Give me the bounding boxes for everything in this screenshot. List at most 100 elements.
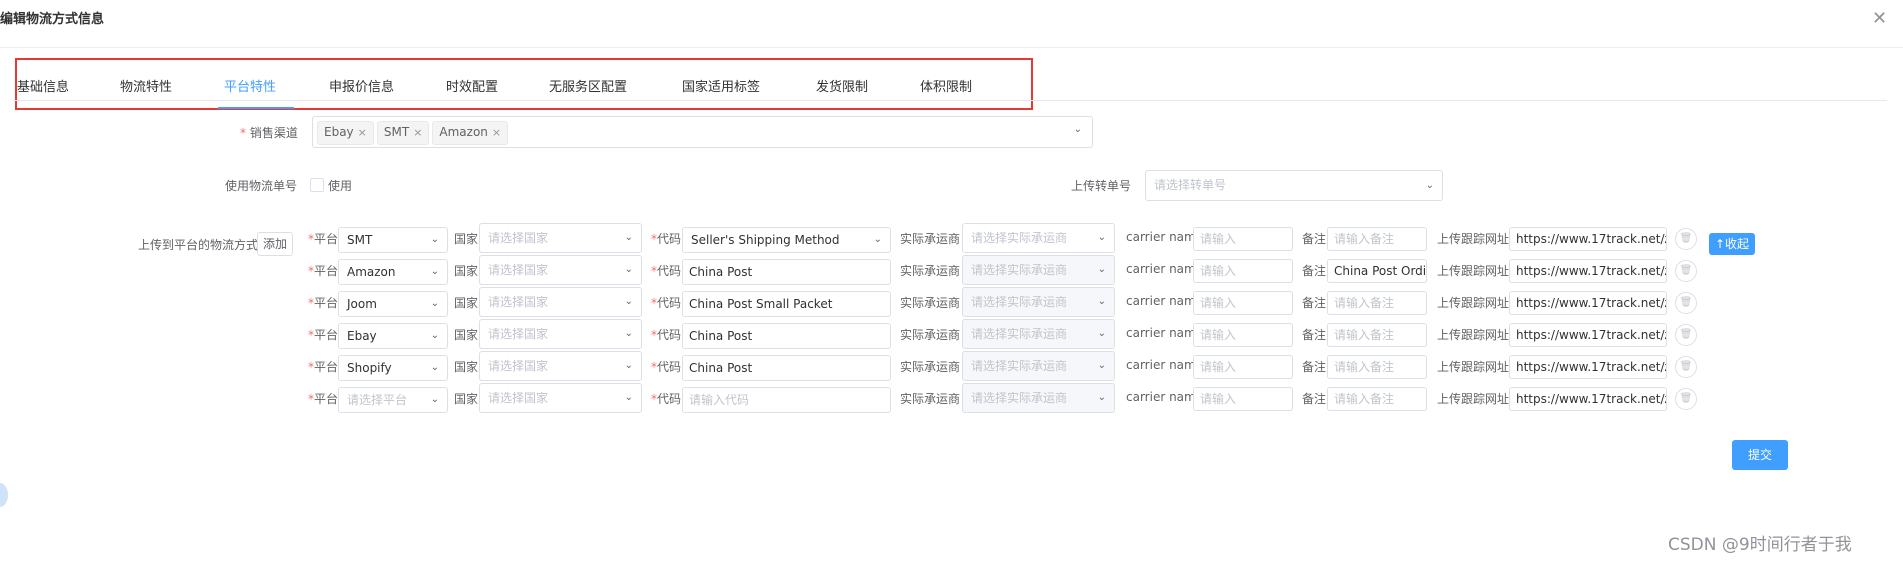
submit-button[interactable]: 提交 xyxy=(1732,440,1788,470)
tracking-url-input[interactable]: https://www.17track.net/zh- xyxy=(1509,387,1667,411)
platform-select[interactable]: Shopify ⌄ xyxy=(338,355,448,381)
carrier-name-input[interactable]: 请输入 xyxy=(1193,227,1293,251)
code-input[interactable]: China Post xyxy=(682,259,891,285)
remark-input[interactable]: 请输入备注 xyxy=(1327,227,1427,251)
carrier-name-input[interactable]: 请输入 xyxy=(1193,323,1293,347)
tab-6[interactable]: 国家适用标签 xyxy=(682,76,760,95)
remark-value: 请输入备注 xyxy=(1334,328,1395,342)
add-button[interactable]: 添加 xyxy=(257,232,294,256)
remark-input[interactable]: 请输入备注 xyxy=(1327,387,1427,411)
collapse-button[interactable]: ↑收起 xyxy=(1709,233,1755,255)
chevron-down-icon: ⌄ xyxy=(430,362,439,373)
code-select[interactable]: Seller's Shipping Method ⌄ xyxy=(682,227,891,253)
country-select[interactable]: 请选择国家 ⌄ xyxy=(479,319,642,349)
platform-label: *平台 xyxy=(308,230,338,247)
code-value: China Post xyxy=(689,265,753,279)
country-select[interactable]: 请选择国家 ⌄ xyxy=(479,223,642,253)
remark-input[interactable]: 请输入备注 xyxy=(1327,291,1427,315)
carrier-name-input[interactable]: 请输入 xyxy=(1193,291,1293,315)
checkbox-icon[interactable] xyxy=(310,178,324,192)
tracking-url-input[interactable]: https://www.17track.net/zh- xyxy=(1509,291,1667,315)
carrier-value: 请选择实际承运商 xyxy=(971,359,1068,373)
country-value: 请选择国家 xyxy=(488,295,549,309)
tab-7[interactable]: 发货限制 xyxy=(816,76,868,95)
country-value: 请选择国家 xyxy=(488,327,549,341)
carrier-value: 请选择实际承运商 xyxy=(971,327,1068,341)
tracking-url-input[interactable]: https://www.17track.net/zh- xyxy=(1509,355,1667,379)
tracking-url-input[interactable]: https://www.17track.net/zh- xyxy=(1509,259,1667,283)
tab-2[interactable]: 平台特性 xyxy=(224,76,276,95)
remark-input[interactable]: 请输入备注 xyxy=(1327,323,1427,347)
tab-4[interactable]: 时效配置 xyxy=(446,76,498,95)
tab-0[interactable]: 基础信息 xyxy=(17,76,69,95)
carrier-name-label: carrier name xyxy=(1126,358,1203,372)
tab-8[interactable]: 体积限制 xyxy=(920,76,972,95)
platform-select[interactable]: Joom ⌄ xyxy=(338,291,448,317)
chevron-down-icon: ⌄ xyxy=(430,298,439,309)
code-input[interactable]: 请输入代码 xyxy=(682,387,891,413)
platform-value: Joom xyxy=(347,297,377,311)
delete-icon[interactable]: 🗑 xyxy=(1675,356,1697,378)
remark-input[interactable]: China Post Ordi xyxy=(1327,259,1427,283)
tag-close-icon[interactable]: × xyxy=(413,126,422,139)
chevron-down-icon: ⌄ xyxy=(873,234,882,245)
code-label-text: 代码 xyxy=(657,232,682,246)
upload-transfer-label: 上传转单号 xyxy=(1071,179,1132,193)
country-select[interactable]: 请选择国家 ⌄ xyxy=(479,255,642,285)
delete-icon[interactable]: 🗑 xyxy=(1675,260,1697,282)
code-input[interactable]: China Post xyxy=(682,355,891,381)
code-input[interactable]: China Post Small Packet xyxy=(682,291,891,317)
country-label-text: 国家 xyxy=(454,296,479,310)
country-select[interactable]: 请选择国家 ⌄ xyxy=(479,351,642,381)
platform-select[interactable]: Ebay ⌄ xyxy=(338,323,448,349)
use-tracking-checkbox[interactable]: 使用 xyxy=(310,177,352,194)
remark-label: 备注 xyxy=(1302,294,1326,311)
tab-1[interactable]: 物流特性 xyxy=(120,76,172,95)
remark-label-text: 备注 xyxy=(1302,328,1327,342)
carrier-name-value: 请输入 xyxy=(1200,232,1237,246)
delete-icon[interactable]: 🗑 xyxy=(1675,228,1697,250)
platform-value: 请选择平台 xyxy=(347,393,408,407)
remark-label: 备注 xyxy=(1302,390,1326,407)
channel-tag: SMT × xyxy=(376,121,430,145)
delete-icon[interactable]: 🗑 xyxy=(1675,388,1697,410)
platform-select[interactable]: 请选择平台 ⌄ xyxy=(338,387,448,413)
remark-input[interactable]: 请输入备注 xyxy=(1327,355,1427,379)
delete-icon[interactable]: 🗑 xyxy=(1675,292,1697,314)
tracking-url-label: 上传跟踪网址 xyxy=(1437,326,1509,343)
tracking-url-value: https://www.17track.net/zh- xyxy=(1516,296,1667,310)
carrier-name-input[interactable]: 请输入 xyxy=(1193,259,1293,283)
platform-select[interactable]: SMT ⌄ xyxy=(338,227,448,253)
tag-close-icon[interactable]: × xyxy=(492,126,501,139)
carrier-select: 请选择实际承运商 ⌄ xyxy=(962,351,1115,381)
remark-label-text: 备注 xyxy=(1302,264,1327,278)
country-value: 请选择国家 xyxy=(488,359,549,373)
carrier-label-text: 实际承运商 xyxy=(900,264,961,278)
tracking-url-input[interactable]: https://www.17track.net/zh- xyxy=(1509,323,1667,347)
upload-transfer-select[interactable]: 请选择转单号 ⌄ xyxy=(1145,170,1443,201)
carrier-name-input[interactable]: 请输入 xyxy=(1193,387,1293,411)
close-icon[interactable]: ✕ xyxy=(1872,8,1887,29)
sales-channel-select[interactable]: ⌄ Ebay × SMT × Amazon × xyxy=(312,116,1093,148)
country-select[interactable]: 请选择国家 ⌄ xyxy=(479,383,642,413)
channel-tag-label: SMT xyxy=(383,125,410,139)
tab-divider xyxy=(15,100,1887,101)
floating-handle[interactable] xyxy=(0,483,8,507)
tab-5[interactable]: 无服务区配置 xyxy=(549,76,627,95)
code-input[interactable]: China Post xyxy=(682,323,891,349)
carrier-select[interactable]: 请选择实际承运商 ⌄ xyxy=(962,223,1115,253)
tag-close-icon[interactable]: × xyxy=(358,126,367,139)
carrier-name-label-text: carrier name xyxy=(1126,230,1204,244)
country-select[interactable]: 请选择国家 ⌄ xyxy=(479,287,642,317)
tracking-url-input[interactable]: https://www.17track.net/zh- xyxy=(1509,227,1667,251)
platform-select[interactable]: Amazon ⌄ xyxy=(338,259,448,285)
carrier-select: 请选择实际承运商 ⌄ xyxy=(962,287,1115,317)
carrier-name-label-text: carrier name xyxy=(1126,294,1204,308)
delete-icon[interactable]: 🗑 xyxy=(1675,324,1697,346)
tracking-url-label-text: 上传跟踪网址 xyxy=(1437,360,1510,374)
carrier-name-input[interactable]: 请输入 xyxy=(1193,355,1293,379)
platform-value: Shopify xyxy=(347,361,392,375)
carrier-label-text: 实际承运商 xyxy=(900,296,961,310)
chevron-down-icon: ⌄ xyxy=(430,394,439,405)
tab-3[interactable]: 申报价信息 xyxy=(329,76,394,95)
